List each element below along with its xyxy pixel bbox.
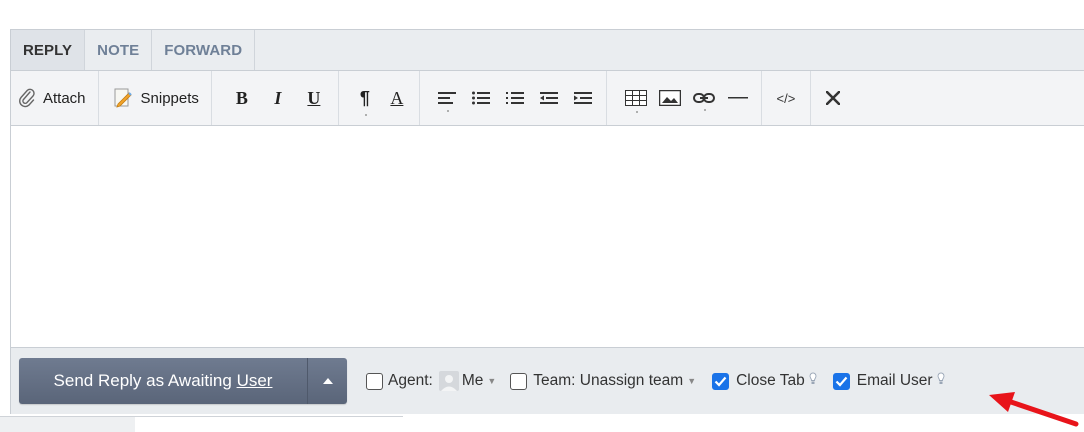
- close-tab-checkbox[interactable]: [712, 372, 730, 390]
- agent-option: Agent: Me ▼: [366, 371, 496, 391]
- chevron-down-icon[interactable]: ▼: [687, 376, 696, 386]
- paragraph-group: ¶ A: [339, 71, 419, 125]
- chevron-down-icon[interactable]: ▼: [487, 376, 496, 386]
- editor-toolbar: Attach Snippets B I U ¶ A </>: [11, 71, 1084, 126]
- close-tab-label: Close Tab: [736, 372, 805, 389]
- close-tab-option: Close Tab: [712, 372, 817, 390]
- agent-select[interactable]: Me: [462, 372, 484, 390]
- code-view-button[interactable]: </>: [762, 71, 810, 125]
- alignment-group: [420, 71, 606, 125]
- indent-icon[interactable]: [566, 91, 600, 105]
- paragraph-glyph: ¶: [359, 87, 370, 108]
- send-label-prefix: Send Reply as Awaiting: [53, 371, 237, 390]
- send-options-button[interactable]: [307, 358, 347, 404]
- align-icon[interactable]: [430, 91, 464, 112]
- snippets-button[interactable]: Snippets: [99, 71, 211, 125]
- bold-icon[interactable]: B: [224, 88, 260, 109]
- lower-tab[interactable]: [247, 416, 403, 432]
- outdent-icon[interactable]: [532, 91, 566, 105]
- italic-icon[interactable]: I: [260, 88, 296, 109]
- paperclip-icon: [19, 88, 35, 108]
- numbered-list-icon[interactable]: [498, 91, 532, 105]
- horizontal-rule-icon[interactable]: [721, 96, 755, 100]
- font-color-icon[interactable]: A: [381, 88, 413, 109]
- bulleted-list-icon[interactable]: [464, 91, 498, 105]
- tab-bar: REPLY NOTE FORWARD: [11, 30, 1084, 71]
- send-button-group: Send Reply as Awaiting User: [19, 358, 347, 404]
- lightbulb-icon[interactable]: [809, 372, 817, 390]
- underline-icon[interactable]: U: [296, 88, 332, 109]
- tab-reply[interactable]: REPLY: [11, 30, 86, 70]
- message-editor[interactable]: [11, 126, 1084, 348]
- email-user-option: Email User: [832, 372, 945, 390]
- team-select[interactable]: Team: Unassign team: [533, 372, 683, 390]
- close-icon: [821, 91, 845, 105]
- snippets-icon: [113, 87, 133, 109]
- email-user-label: Email User: [856, 372, 933, 389]
- attach-label: Attach: [43, 89, 86, 107]
- font-color-glyph: A: [390, 87, 404, 108]
- close-editor-button[interactable]: [811, 71, 853, 125]
- reply-panel: REPLY NOTE FORWARD Attach Snippets B I U: [10, 29, 1084, 414]
- annotation-arrow-icon: [989, 392, 1079, 427]
- lightbulb-icon[interactable]: [937, 372, 945, 390]
- send-label-underlined: User: [236, 371, 273, 390]
- lower-tab[interactable]: [135, 416, 247, 432]
- snippets-label: Snippets: [140, 89, 199, 107]
- table-icon[interactable]: [619, 90, 653, 113]
- attach-button[interactable]: Attach: [19, 71, 98, 125]
- image-icon[interactable]: [653, 90, 687, 106]
- agent-checkbox[interactable]: [366, 372, 383, 390]
- send-reply-button[interactable]: Send Reply as Awaiting User: [19, 358, 307, 404]
- lower-tab[interactable]: [0, 416, 135, 432]
- formatting-group: B I U: [212, 71, 332, 125]
- avatar: [438, 371, 459, 391]
- caret-up-icon: [322, 378, 333, 384]
- link-icon[interactable]: [687, 92, 721, 111]
- tab-forward[interactable]: FORWARD: [152, 30, 256, 70]
- reply-footer: Send Reply as Awaiting User Agent: Me ▼ …: [11, 348, 1084, 414]
- lower-tab-strip: [0, 414, 1084, 432]
- code-view-icon: </>: [776, 90, 796, 106]
- paragraph-icon[interactable]: ¶: [349, 87, 381, 116]
- email-user-checkbox[interactable]: [832, 372, 850, 390]
- team-checkbox[interactable]: [510, 372, 528, 390]
- insert-group: [607, 71, 761, 125]
- agent-label: Agent:: [388, 372, 433, 389]
- tab-note[interactable]: NOTE: [85, 30, 153, 70]
- team-option: Team: Unassign team ▼: [510, 372, 696, 390]
